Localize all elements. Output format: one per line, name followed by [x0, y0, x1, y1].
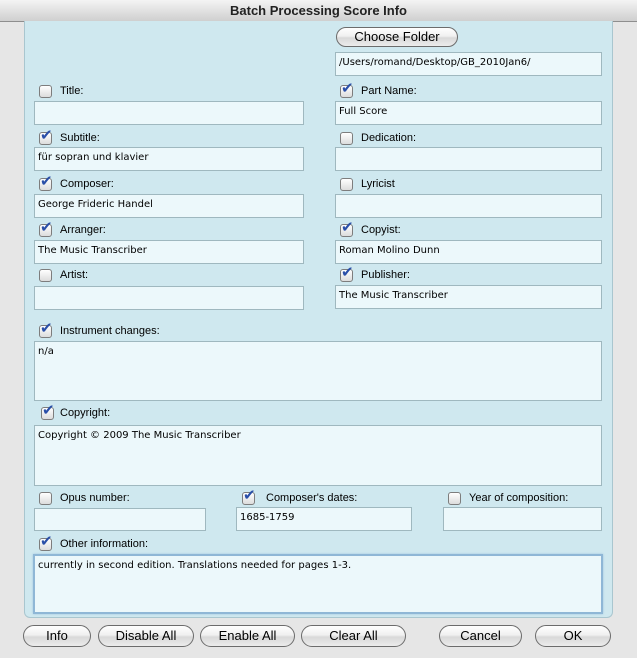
- part-name-field[interactable]: Full Score: [335, 101, 602, 125]
- arranger-field[interactable]: The Music Transcriber: [34, 240, 304, 264]
- subtitle-checkbox[interactable]: ✔: [39, 128, 53, 145]
- arranger-checkbox[interactable]: ✔: [39, 220, 53, 237]
- publisher-checkbox[interactable]: ✔: [340, 265, 354, 282]
- artist-label: Artist:: [60, 269, 89, 281]
- year-of-composition-label: Year of composition:: [469, 492, 569, 504]
- lyricist-checkbox[interactable]: [340, 178, 353, 191]
- checkmark-icon: ✔: [40, 320, 53, 337]
- copyright-label: Copyright:: [60, 407, 111, 419]
- title-label: Title:: [60, 85, 84, 97]
- info-button[interactable]: Info: [23, 625, 91, 647]
- copyist-field[interactable]: Roman Molino Dunn: [335, 240, 602, 264]
- folder-path-field[interactable]: /Users/romand/Desktop/GB_2010Jan6/: [335, 52, 602, 76]
- subtitle-field[interactable]: für sopran und klavier: [34, 147, 304, 171]
- copyright-field[interactable]: Copyright © 2009 The Music Transcriber: [34, 425, 602, 486]
- copyist-label: Copyist:: [361, 224, 401, 236]
- other-information-label: Other information:: [60, 538, 149, 550]
- checkmark-icon: ✔: [40, 219, 53, 236]
- enable-all-button[interactable]: Enable All: [200, 625, 295, 647]
- dedication-checkbox[interactable]: [340, 132, 353, 145]
- checkmark-icon: ✔: [341, 264, 354, 281]
- part-name-checkbox[interactable]: ✔: [340, 81, 354, 98]
- composers-dates-checkbox[interactable]: ✔: [242, 488, 256, 505]
- other-information-field[interactable]: currently in second edition. Translation…: [33, 554, 603, 614]
- dedication-field[interactable]: [335, 147, 602, 171]
- title-field[interactable]: [34, 101, 304, 125]
- part-name-label: Part Name:: [361, 85, 417, 97]
- choose-folder-button[interactable]: Choose Folder: [336, 27, 458, 47]
- opus-number-checkbox[interactable]: [39, 492, 52, 505]
- other-information-checkbox[interactable]: ✔: [39, 534, 53, 551]
- composers-dates-field[interactable]: 1685-1759: [236, 507, 412, 531]
- artist-field[interactable]: [34, 286, 304, 310]
- checkmark-icon: ✔: [243, 487, 256, 504]
- opus-number-field[interactable]: [34, 508, 206, 531]
- instrument-changes-field[interactable]: n/a: [34, 341, 602, 401]
- lyricist-label: Lyricist: [361, 178, 395, 190]
- copyist-checkbox[interactable]: ✔: [340, 220, 354, 237]
- cancel-button[interactable]: Cancel: [439, 625, 522, 647]
- lyricist-field[interactable]: [335, 194, 602, 218]
- checkmark-icon: ✔: [42, 402, 55, 419]
- score-info-panel: Choose Folder /Users/romand/Desktop/GB_2…: [24, 21, 613, 618]
- composer-checkbox[interactable]: ✔: [39, 174, 53, 191]
- publisher-field[interactable]: The Music Transcriber: [335, 285, 602, 309]
- clear-all-button[interactable]: Clear All: [301, 625, 406, 647]
- copyright-checkbox[interactable]: ✔: [41, 403, 55, 420]
- dedication-label: Dedication:: [361, 132, 417, 144]
- composer-field[interactable]: George Frideric Handel: [34, 194, 304, 218]
- checkmark-icon: ✔: [341, 219, 354, 236]
- checkmark-icon: ✔: [341, 80, 354, 97]
- year-of-composition-checkbox[interactable]: [448, 492, 461, 505]
- ok-button[interactable]: OK: [535, 625, 611, 647]
- opus-number-label: Opus number:: [60, 492, 130, 504]
- checkmark-icon: ✔: [40, 127, 53, 144]
- instrument-changes-label: Instrument changes:: [60, 325, 160, 337]
- instrument-changes-checkbox[interactable]: ✔: [39, 321, 53, 338]
- subtitle-label: Subtitle:: [60, 132, 100, 144]
- artist-checkbox[interactable]: [39, 269, 52, 282]
- composer-label: Composer:: [60, 178, 114, 190]
- checkmark-icon: ✔: [40, 533, 53, 550]
- composers-dates-label: Composer's dates:: [266, 492, 358, 504]
- arranger-label: Arranger:: [60, 224, 106, 236]
- disable-all-button[interactable]: Disable All: [98, 625, 194, 647]
- title-checkbox[interactable]: [39, 85, 52, 98]
- checkmark-icon: ✔: [40, 173, 53, 190]
- year-of-composition-field[interactable]: [443, 507, 602, 531]
- window-title: Batch Processing Score Info: [0, 0, 637, 22]
- publisher-label: Publisher:: [361, 269, 410, 281]
